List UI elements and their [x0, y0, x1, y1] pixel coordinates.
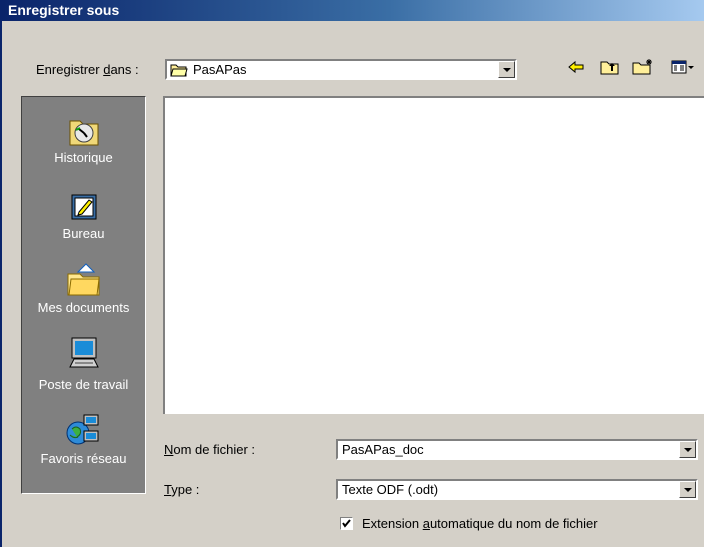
place-history[interactable]: Historique — [22, 114, 145, 165]
place-desktop[interactable]: Bureau — [22, 190, 145, 241]
auto-extension-checkbox[interactable] — [340, 517, 353, 530]
network-places-icon — [66, 414, 98, 445]
filename-label: Nom de fichier : — [164, 442, 256, 457]
view-menu-icon[interactable] — [671, 59, 695, 75]
place-label: Historique — [54, 150, 113, 165]
history-icon — [69, 120, 98, 146]
checkmark-icon — [342, 519, 351, 528]
place-my-computer[interactable]: Poste de travail — [22, 335, 145, 392]
filetype-dropdown-button[interactable] — [679, 481, 696, 498]
place-network[interactable]: Favoris réseau — [22, 413, 145, 466]
filename-combobox[interactable]: PasAPas_doc — [336, 439, 698, 460]
file-list[interactable] — [163, 96, 704, 414]
filetype-value: Texte ODF (.odt) — [342, 482, 439, 497]
place-label: Favoris réseau — [40, 451, 127, 466]
filename-input[interactable]: PasAPas_doc — [342, 442, 424, 457]
save-in-dropdown[interactable]: PasAPas — [165, 59, 517, 80]
auto-extension-label[interactable]: Extension automatique du nom de fichier — [362, 516, 598, 531]
my-computer-icon — [68, 337, 99, 368]
places-bar: Historique Bureau Mes documents Poste de… — [21, 96, 146, 494]
save-in-dropdown-button[interactable] — [498, 61, 515, 78]
folder-icon — [170, 64, 188, 77]
filename-dropdown-button[interactable] — [679, 441, 696, 458]
save-as-dialog: Enregistrer sous Enregistrer dans : PasA… — [0, 0, 704, 547]
desktop-icon — [71, 194, 96, 220]
place-my-documents[interactable]: Mes documents — [22, 262, 145, 315]
place-label: Poste de travail — [38, 377, 129, 392]
title-bar: Enregistrer sous — [2, 0, 704, 21]
up-folder-icon[interactable] — [600, 59, 620, 75]
place-label: Bureau — [62, 226, 105, 241]
place-label: Mes documents — [37, 300, 130, 315]
filetype-label: Type : — [164, 482, 200, 497]
new-folder-icon[interactable] — [632, 59, 654, 75]
filetype-dropdown[interactable]: Texte ODF (.odt) — [336, 479, 698, 500]
back-arrow-icon[interactable] — [567, 59, 585, 75]
save-in-value: PasAPas — [193, 62, 247, 77]
save-in-label: Enregistrer dans : — [36, 62, 139, 77]
dialog-title: Enregistrer sous — [8, 2, 120, 18]
my-documents-icon — [67, 263, 100, 296]
